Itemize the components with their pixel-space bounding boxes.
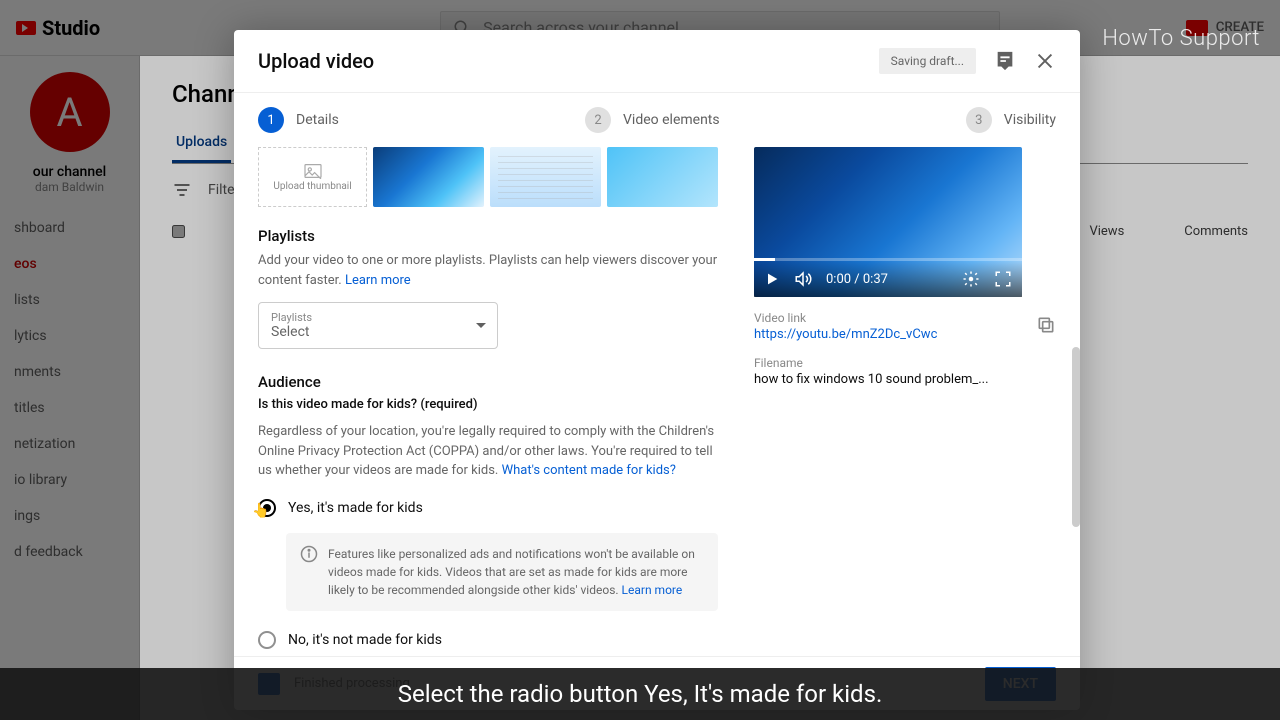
learn-more-link[interactable]: Learn more: [345, 273, 411, 288]
step-details[interactable]: 1Details: [258, 107, 339, 133]
modal-title: Upload video: [258, 49, 374, 73]
playlists-select[interactable]: Playlists Select: [258, 302, 498, 349]
radio-icon: [258, 631, 276, 649]
modal-header: Upload video Saving draft...: [234, 30, 1080, 93]
settings-icon[interactable]: [962, 270, 980, 288]
video-link[interactable]: https://youtu.be/mnZ2Dc_vCwc: [754, 327, 1036, 342]
caption: Select the radio button Yes, It's made f…: [0, 668, 1280, 720]
content-kids-link[interactable]: What's content made for kids?: [502, 463, 676, 478]
audience-heading: Audience: [258, 373, 718, 391]
audience-question: Is this video made for kids? (required): [258, 397, 718, 412]
playlists-heading: Playlists: [258, 227, 718, 245]
scrollbar[interactable]: [1072, 347, 1080, 527]
step-video-elements[interactable]: 2Video elements: [585, 107, 720, 133]
time-display: 0:00 / 0:37: [826, 272, 888, 287]
watermark: HowTo Support: [1102, 26, 1260, 51]
radio-no-not-for-kids[interactable]: No, it's not made for kids: [258, 625, 718, 655]
feedback-icon[interactable]: [994, 50, 1016, 72]
video-preview[interactable]: 0:00 / 0:37: [754, 147, 1022, 297]
thumbnail-row: Upload thumbnail: [258, 147, 718, 207]
radio-yes-made-for-kids[interactable]: 👆 Yes, it's made for kids: [258, 493, 718, 523]
saving-status: Saving draft...: [879, 48, 976, 74]
info-icon: [300, 545, 318, 563]
thumbnail-2[interactable]: [490, 147, 601, 207]
thumbnail-1[interactable]: [373, 147, 484, 207]
step-visibility[interactable]: 3Visibility: [966, 107, 1056, 133]
video-link-label: Video link: [754, 311, 1036, 325]
cursor-icon: 👆: [252, 503, 269, 519]
copy-icon[interactable]: [1036, 311, 1056, 335]
age-restriction-toggle[interactable]: Age restriction (advanced): [258, 655, 718, 657]
info-learn-more-link[interactable]: Learn more: [622, 583, 683, 597]
filename-label: Filename: [754, 356, 1056, 370]
volume-icon[interactable]: [794, 270, 812, 288]
play-icon[interactable]: [764, 271, 780, 287]
upload-video-modal: Upload video Saving draft... 1Details 2Vi…: [234, 30, 1080, 710]
upload-thumbnail-button[interactable]: Upload thumbnail: [258, 147, 367, 207]
chevron-down-icon: [475, 322, 487, 330]
stepper: 1Details 2Video elements 3Visibility: [234, 93, 1080, 147]
kids-info-box: Features like personalized ads and notif…: [286, 533, 718, 611]
filename-value: how to fix windows 10 sound problem_...: [754, 372, 1056, 387]
close-icon[interactable]: [1034, 50, 1056, 72]
audience-desc: Regardless of your location, you're lega…: [258, 422, 718, 481]
playlists-desc: Add your video to one or more playlists.…: [258, 251, 718, 290]
thumbnail-3[interactable]: [607, 147, 718, 207]
image-icon: [303, 163, 323, 179]
fullscreen-icon[interactable]: [994, 270, 1012, 288]
